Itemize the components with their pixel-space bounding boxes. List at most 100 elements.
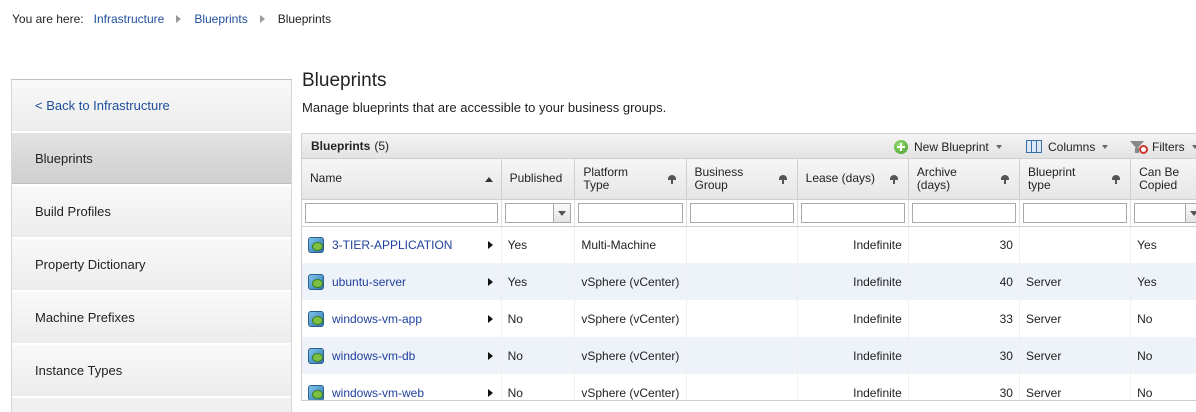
column-header-lease[interactable]: Lease (days) (797, 159, 909, 200)
cell-business-group (686, 337, 798, 374)
sort-ascending-icon (484, 177, 493, 182)
column-header-label: Can Be Copied (1139, 164, 1180, 192)
blueprint-name-link[interactable]: windows-vm-web (332, 386, 424, 400)
pin-icon[interactable] (1000, 175, 1009, 184)
sidebar-item-blueprints[interactable]: Blueprints (12, 133, 291, 186)
cell-lease: Indefinite (797, 300, 909, 337)
cell-blueprint-type: Server (1019, 374, 1132, 400)
cell-platform: vSphere (vCenter) (574, 337, 687, 374)
cell-platform: vSphere (vCenter) (574, 263, 687, 300)
cell-archive: 30 (908, 226, 1020, 263)
blueprint-type-filter-input[interactable] (1022, 202, 1128, 223)
pin-icon[interactable] (1112, 175, 1121, 184)
chevron-down-icon (995, 144, 1002, 149)
cell-platform: Multi-Machine (574, 226, 687, 263)
breadcrumb: You are here: Infrastructure Blueprints … (12, 11, 331, 27)
sidebar-item-build-profiles[interactable]: Build Profiles (12, 186, 291, 239)
blueprint-name-link[interactable]: windows-vm-app (332, 312, 422, 326)
can-be-copied-filter-select[interactable] (1134, 202, 1196, 223)
blueprint-icon (308, 236, 324, 253)
column-header-label: Lease (days) (805, 171, 876, 186)
row-menu-arrow-icon[interactable] (487, 388, 493, 397)
filters-button[interactable]: Filters (1130, 134, 1196, 159)
business-group-filter-input[interactable] (689, 202, 794, 223)
cell-lease: Indefinite (797, 226, 909, 263)
row-menu-arrow-icon[interactable] (487, 277, 493, 286)
table-row[interactable]: windows-vm-app No vSphere (vCenter) Inde… (302, 300, 1196, 337)
column-header-business-group[interactable]: Business Group (686, 159, 798, 200)
cell-published: No (501, 300, 576, 337)
breadcrumb-separator-icon (176, 15, 182, 23)
blueprint-icon (308, 273, 324, 290)
cell-archive: 30 (908, 374, 1020, 400)
name-filter-input[interactable] (305, 202, 498, 223)
column-header-can-be-copied[interactable]: Can Be Copied (1130, 159, 1196, 200)
column-header-label: Business Group (694, 164, 744, 192)
cell-blueprint-type: Server (1019, 263, 1132, 300)
column-header-name[interactable]: Name (302, 159, 502, 200)
sidebar-item-back-to-infrastructure[interactable]: < Back to Infrastructure (12, 80, 291, 133)
cell-published: Yes (501, 226, 576, 263)
cell-can-be-copied: Yes (1130, 226, 1196, 263)
published-filter-select[interactable] (504, 202, 572, 223)
archive-filter-input[interactable] (911, 202, 1016, 223)
table-row[interactable]: windows-vm-db No vSphere (vCenter) Indef… (302, 337, 1196, 374)
blueprint-icon (308, 310, 324, 327)
platform-filter-input[interactable] (578, 202, 683, 223)
cell-published: No (501, 337, 576, 374)
cell-can-be-copied: No (1130, 374, 1196, 400)
blueprint-name-link[interactable]: 3-TIER-APPLICATION (332, 238, 452, 252)
new-blueprint-label: New Blueprint (914, 139, 989, 154)
panel-header: Blueprints (5) New Blueprint Columns Fil… (302, 134, 1196, 159)
table-row[interactable]: ubuntu-server Yes vSphere (vCenter) Inde… (302, 263, 1196, 300)
table-row[interactable]: windows-vm-web No vSphere (vCenter) Inde… (302, 374, 1196, 400)
new-blueprint-button[interactable]: New Blueprint (894, 134, 1002, 159)
blueprint-name-link[interactable]: windows-vm-db (332, 349, 415, 363)
columns-label: Columns (1048, 139, 1096, 154)
breadcrumb-blueprints-link[interactable]: Blueprints (194, 12, 247, 26)
column-header-label: Name (310, 171, 343, 186)
pin-icon[interactable] (889, 175, 898, 184)
sidebar-item-machine-prefixes[interactable]: Machine Prefixes (12, 292, 291, 345)
blueprints-table: Name Published Platform Type Business Gr… (302, 159, 1196, 400)
pin-icon[interactable] (778, 175, 787, 184)
chevron-down-icon (1191, 144, 1196, 149)
pin-icon[interactable] (667, 175, 676, 184)
blueprint-name-link[interactable]: ubuntu-server (332, 275, 406, 289)
cell-can-be-copied: No (1130, 337, 1196, 374)
blueprint-icon (308, 384, 324, 400)
table-row[interactable]: 3-TIER-APPLICATION Yes Multi-Machine Ind… (302, 226, 1196, 263)
row-menu-arrow-icon[interactable] (487, 240, 493, 249)
column-header-label: Published (509, 171, 563, 186)
cell-lease: Indefinite (797, 337, 909, 374)
columns-button[interactable]: Columns (1026, 134, 1109, 159)
cell-archive: 40 (908, 263, 1020, 300)
column-header-blueprint-type[interactable]: Blueprint type (1019, 159, 1132, 200)
cell-business-group (686, 300, 798, 337)
cell-published: No (501, 374, 576, 400)
cell-business-group (686, 226, 798, 263)
page-description: Manage blueprints that are accessible to… (302, 100, 667, 115)
sidebar-item-property-dictionary[interactable]: Property Dictionary (12, 239, 291, 292)
filter-row (302, 199, 1196, 227)
cell-business-group (686, 263, 798, 300)
column-header-archive[interactable]: Archive (days) (908, 159, 1020, 200)
column-header-published[interactable]: Published (501, 159, 576, 200)
cell-lease: Indefinite (797, 374, 909, 400)
sidebar-item-instance-types[interactable]: Instance Types (12, 345, 291, 398)
row-menu-arrow-icon[interactable] (487, 351, 493, 360)
page-title: Blueprints (302, 70, 387, 91)
cell-lease: Indefinite (797, 263, 909, 300)
plus-circle-icon (894, 139, 908, 154)
sidebar-nav: < Back to Infrastructure Blueprints Buil… (11, 79, 292, 412)
column-header-platform-type[interactable]: Platform Type (574, 159, 687, 200)
filters-label: Filters (1152, 139, 1185, 154)
cell-blueprint-type: Server (1019, 337, 1132, 374)
row-menu-arrow-icon[interactable] (487, 314, 493, 323)
lease-filter-input[interactable] (800, 202, 905, 223)
column-header-label: Blueprint type (1027, 164, 1076, 192)
cell-can-be-copied: Yes (1130, 263, 1196, 300)
cell-can-be-copied: No (1130, 300, 1196, 337)
panel-count: (5) (374, 139, 390, 153)
breadcrumb-infrastructure-link[interactable]: Infrastructure (94, 12, 165, 26)
